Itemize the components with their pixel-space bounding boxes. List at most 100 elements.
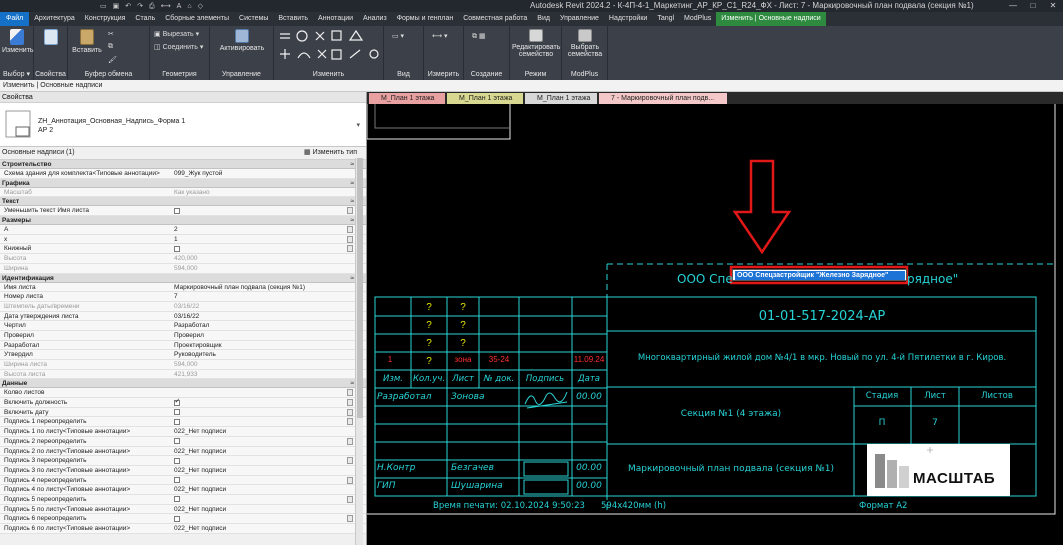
tab-annotate[interactable]: Аннотации (313, 12, 358, 26)
drawing-area[interactable]: ООО Спе рядное" ООО Спецзастройщик "Желе… (367, 104, 1063, 545)
tab-view[interactable]: Вид (532, 12, 555, 26)
property-category[interactable]: Строительство ≈ (0, 160, 366, 169)
property-row[interactable]: Подпись 4 переопределить (0, 475, 366, 486)
associate-parameter-icon[interactable] (347, 207, 353, 215)
property-row[interactable]: Высота 420,000 (0, 254, 366, 264)
properties-button[interactable] (38, 29, 64, 47)
property-row[interactable]: Книжный (0, 244, 366, 255)
property-row[interactable]: Подпись 5 по листу<Типовые аннотации> 022… (0, 504, 366, 515)
associate-parameter-icon[interactable] (347, 245, 353, 253)
property-checkbox[interactable] (174, 418, 180, 425)
property-value[interactable]: 022_Нет подписи (174, 447, 226, 457)
property-row[interactable]: Разработал Проектировщик (0, 340, 366, 351)
tab-structure[interactable]: Конструкция (80, 12, 131, 26)
select-families-button[interactable]: Выбрать семейства (564, 29, 606, 58)
select-dropdown[interactable]: Выбор ▾ (0, 70, 33, 78)
property-row[interactable]: Проверил Проверил (0, 330, 366, 341)
property-category[interactable]: Размеры ≈ (0, 216, 366, 226)
collapse-icon[interactable]: ≈ (350, 216, 354, 225)
property-row[interactable]: Масштаб Как указано (0, 187, 366, 198)
property-value[interactable]: 022_Нет подписи (174, 427, 226, 437)
cut-icon[interactable]: ✂ (108, 30, 114, 38)
view-tools-icon[interactable]: ▭ ▾ (392, 32, 404, 40)
collapse-icon[interactable]: ≈ (350, 197, 354, 206)
scrollbar-thumb[interactable] (357, 158, 363, 418)
property-row[interactable]: Колво листов (0, 388, 366, 399)
type-selector[interactable]: ZH_Аннотация_Основная_Надпись_Форма 1 АР… (0, 103, 366, 147)
close-button[interactable]: ✕ (1043, 0, 1063, 12)
modify-tools-icon[interactable] (276, 28, 384, 68)
measure-tool-icon[interactable]: ⟷ ▾ (432, 32, 448, 40)
minimize-button[interactable]: — (1003, 0, 1023, 12)
property-value[interactable]: Разработал (174, 321, 209, 331)
property-row[interactable]: Схема здания для комплекта<Типовые аннот… (0, 169, 366, 179)
associate-parameter-icon[interactable] (347, 389, 353, 397)
collapse-icon[interactable]: ≈ (350, 379, 354, 388)
property-row[interactable]: Подпись 5 переопределить (0, 494, 366, 505)
property-checkbox[interactable] (174, 409, 180, 416)
associate-parameter-icon[interactable] (347, 437, 353, 445)
create-tool-icon[interactable]: ⧉ ▦ (472, 32, 486, 41)
paste-button[interactable]: Вставить (72, 29, 102, 54)
property-row[interactable]: x1 (0, 234, 366, 245)
property-row[interactable]: Ширина 594,000 (0, 263, 366, 274)
tab-analyze[interactable]: Анализ (358, 12, 392, 26)
property-category[interactable]: Графика ≈ (0, 178, 366, 188)
tab-modify-titleblocks[interactable]: Изменить | Основные надписи (716, 12, 826, 26)
property-checkbox[interactable] (174, 397, 180, 407)
associate-parameter-icon[interactable] (347, 476, 353, 484)
property-checkbox[interactable] (174, 515, 180, 522)
associate-parameter-icon[interactable] (347, 457, 353, 465)
associate-parameter-icon[interactable] (347, 418, 353, 426)
property-row[interactable]: Уменьшить текст Имя листа (0, 206, 366, 217)
property-value[interactable]: Руководитель (174, 350, 216, 360)
cut-geometry-button[interactable]: ▣ Вырезать ▾ (154, 30, 199, 38)
property-category[interactable]: Идентификация ≈ (0, 273, 366, 283)
property-value[interactable]: Проверил (174, 331, 204, 341)
associate-parameter-icon[interactable] (347, 235, 353, 243)
match-properties-icon[interactable]: 🖌 (108, 56, 117, 64)
associate-parameter-icon[interactable] (347, 495, 353, 503)
property-value[interactable]: Маркировочный план подвала (секция №1) (174, 283, 305, 293)
property-row[interactable]: Подпись 6 переопределить (0, 514, 366, 524)
tab-collaborate[interactable]: Совместная работа (458, 12, 532, 26)
property-row[interactable]: Подпись 2 переопределить (0, 436, 366, 447)
tab-modplus[interactable]: ModPlus (679, 12, 716, 26)
join-geometry-button[interactable]: ◫ Соединить ▾ (154, 43, 203, 51)
tab-view-sheet-7[interactable]: 7 - Маркировочный план подв... (599, 93, 727, 104)
associate-parameter-icon[interactable] (347, 408, 353, 416)
property-value[interactable]: 03/16/22 (174, 312, 199, 322)
property-checkbox[interactable] (174, 457, 180, 464)
modify-button[interactable]: Изменить (2, 29, 34, 54)
org-name-edit-field[interactable]: ООО Спецзастройщик "Железно Зарядное" (732, 269, 907, 281)
property-row[interactable]: Подпись 3 переопределить (0, 456, 366, 466)
copy-icon[interactable]: ⧉ (108, 43, 113, 51)
tab-view-2[interactable]: М_План 1 этажа (447, 93, 523, 104)
property-row[interactable]: Штемпель даты/времени 03/16/22 (0, 301, 366, 312)
property-checkbox[interactable] (174, 245, 180, 252)
property-row[interactable]: Подпись 2 по листу<Типовые аннотации> 022… (0, 446, 366, 457)
property-row[interactable]: Дата утверждения листа 03/16/22 (0, 311, 366, 322)
property-row[interactable]: Чертил Разработал (0, 321, 366, 331)
property-value[interactable]: 1 (174, 235, 178, 245)
property-category[interactable]: Данные ≈ (0, 379, 366, 389)
property-value[interactable]: 022_Нет подписи (174, 466, 226, 476)
instance-filter[interactable]: Основные надписи (1) ▦ Изменить тип (0, 147, 366, 160)
collapse-icon[interactable]: ≈ (350, 274, 354, 283)
associate-parameter-icon[interactable] (347, 399, 353, 407)
property-row[interactable]: Включить должность (0, 397, 366, 408)
property-value[interactable]: 7 (174, 292, 178, 302)
property-row[interactable]: Ширина листа 594,000 (0, 360, 366, 370)
property-row[interactable]: Номер листа 7 (0, 292, 366, 302)
property-value[interactable]: 2 (174, 225, 178, 235)
tab-massing[interactable]: Формы и генплан (392, 12, 459, 26)
collapse-icon[interactable]: ≈ (350, 160, 354, 169)
property-row[interactable]: Утвердил Руководитель (0, 350, 366, 360)
tab-insert[interactable]: Вставить (273, 12, 313, 26)
property-row[interactable]: Имя листа Маркировочный план подвала (сек… (0, 282, 366, 293)
property-row[interactable]: Подпись 1 по листу<Типовые аннотации> 022… (0, 427, 366, 437)
activate-button[interactable]: Активировать (216, 29, 268, 52)
tab-steel[interactable]: Сталь (130, 12, 160, 26)
chevron-down-icon[interactable]: ▾ (356, 121, 360, 129)
property-category[interactable]: Текст ≈ (0, 197, 366, 207)
